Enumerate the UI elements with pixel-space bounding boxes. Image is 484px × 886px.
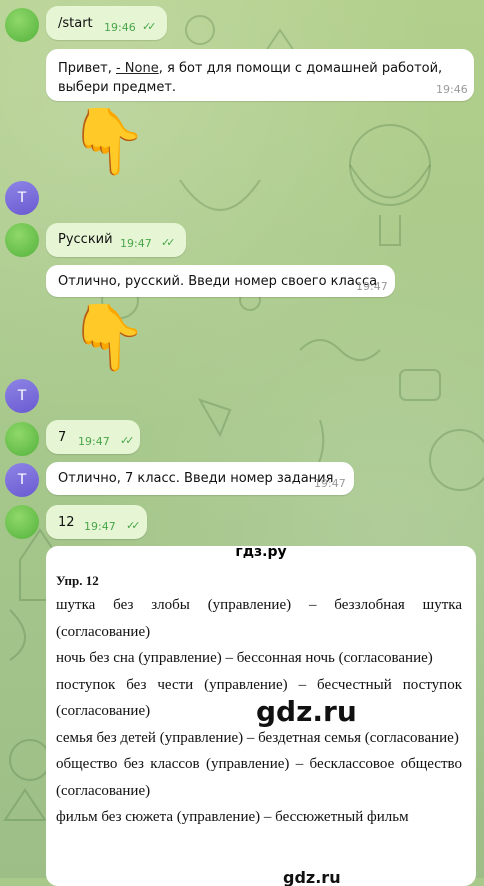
doc-line: семья без детей (управление) – бездетная… <box>56 729 459 746</box>
message-greeting[interactable]: Привет, - None, я бот для помощи с домаш… <box>46 49 474 101</box>
message-time: 19:46 <box>436 83 468 96</box>
message-text: Отлично, 7 класс. Введи номер задания <box>58 471 334 486</box>
message-class-number[interactable]: 7 19:47 ✓✓ <box>46 420 140 454</box>
pointing-down-emoji[interactable]: 👇 <box>68 306 148 370</box>
watermark-bottom: gdz.ru <box>283 868 341 886</box>
message-text: Отлично, русский. Введи номер своего кла… <box>58 274 378 289</box>
read-checks-icon: ✓✓ <box>126 519 141 532</box>
message-text: Русский <box>58 232 113 247</box>
answer-image[interactable]: гдз.ру Упр. 12 шутка без злобы (управлен… <box>46 546 476 886</box>
user-avatar[interactable] <box>5 505 39 539</box>
message-task-prompt[interactable]: Отлично, 7 класс. Введи номер задания 19… <box>46 462 354 495</box>
doc-heading: Упр. 12 <box>56 573 99 588</box>
read-checks-icon: ✓✓ <box>120 434 135 447</box>
user-avatar[interactable] <box>5 223 39 257</box>
message-start[interactable]: /start 19:46 ✓✓ <box>46 6 167 40</box>
user-avatar[interactable] <box>5 8 39 42</box>
message-class-prompt[interactable]: Отлично, русский. Введи номер своего кла… <box>46 265 395 297</box>
doc-site-title: гдз.ру <box>235 546 287 560</box>
bot-avatar[interactable]: T <box>5 181 39 215</box>
message-text: /start <box>58 16 93 31</box>
message-time: 19:47 <box>120 237 152 250</box>
message-time: 19:46 <box>104 21 136 34</box>
doc-line: общество без классов (управление) – беск… <box>56 756 462 799</box>
message-text: Привет, - None, я бот для помощи с домаш… <box>58 61 443 95</box>
message-text: 7 <box>58 430 67 445</box>
message-time: 19:47 <box>84 520 116 533</box>
bot-avatar[interactable]: T <box>5 379 39 413</box>
read-checks-icon: ✓✓ <box>161 236 176 249</box>
watermark: gdz.ru <box>256 695 357 728</box>
message-time: 19:47 <box>356 280 388 293</box>
doc-line: шутка без злобы (управление) – беззлобна… <box>56 597 462 640</box>
mention-link[interactable]: - None <box>116 61 159 76</box>
message-subject[interactable]: Русский 19:47 ✓✓ <box>46 223 186 257</box>
bot-avatar[interactable]: T <box>5 463 39 497</box>
user-avatar[interactable] <box>5 422 39 456</box>
doc-line: ночь без сна (управление) – бессонная но… <box>56 650 433 666</box>
message-text: 12 <box>58 515 75 530</box>
doc-line: фильм без сюжета (управление) – бессюжет… <box>56 809 409 825</box>
message-task-number[interactable]: 12 19:47 ✓✓ <box>46 505 147 539</box>
message-time: 19:47 <box>314 477 346 490</box>
message-time: 19:47 <box>78 435 110 448</box>
pointing-down-emoji[interactable]: 👇 <box>68 110 148 174</box>
read-checks-icon: ✓✓ <box>142 20 157 33</box>
